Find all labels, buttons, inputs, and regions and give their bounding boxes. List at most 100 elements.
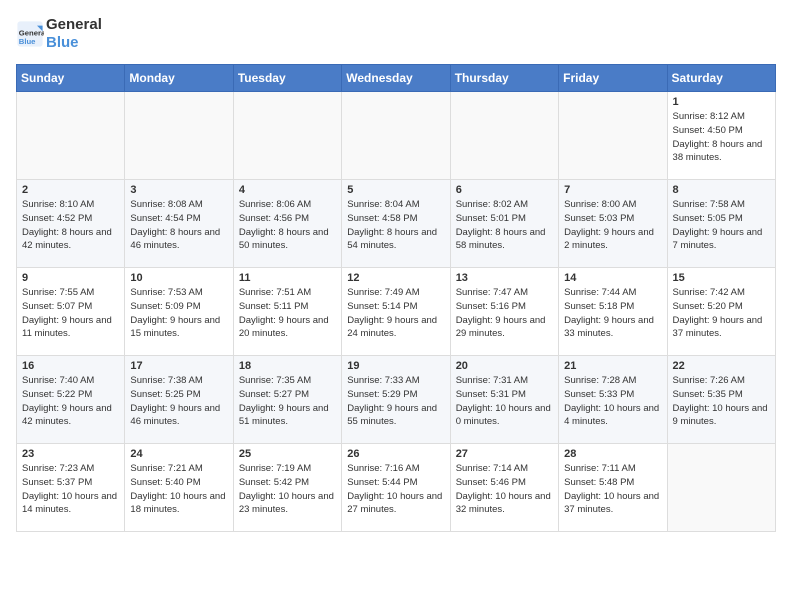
day-number: 7 xyxy=(564,184,661,196)
weekday-header-tuesday: Tuesday xyxy=(233,65,341,92)
day-number: 28 xyxy=(564,448,661,460)
calendar-cell: 12 Sunrise: 7:49 AM Sunset: 5:14 PM Dayli… xyxy=(342,268,450,356)
calendar-cell: 22 Sunrise: 7:26 AM Sunset: 5:35 PM Dayli… xyxy=(667,356,775,444)
calendar-cell: 1 Sunrise: 8:12 AM Sunset: 4:50 PM Daylig… xyxy=(667,92,775,180)
calendar-cell: 2Sunrise: 8:10 AM Sunset: 4:52 PM Daylig… xyxy=(17,180,125,268)
calendar-cell: 4Sunrise: 8:06 AM Sunset: 4:56 PM Daylig… xyxy=(233,180,341,268)
day-number: 22 xyxy=(673,360,770,372)
day-number: 8 xyxy=(673,184,770,196)
day-number: 10 xyxy=(130,272,227,284)
day-info: Sunrise: 7:38 AM Sunset: 5:25 PM Dayligh… xyxy=(130,374,227,429)
calendar-cell: 5 Sunrise: 8:04 AM Sunset: 4:58 PM Daylig… xyxy=(342,180,450,268)
calendar-cell: 15 Sunrise: 7:42 AM Sunset: 5:20 PM Dayli… xyxy=(667,268,775,356)
day-info: Sunrise: 8:02 AM Sunset: 5:01 PM Dayligh… xyxy=(456,198,553,253)
day-number: 24 xyxy=(130,448,227,460)
day-number: 11 xyxy=(239,272,336,284)
day-number: 5 xyxy=(347,184,444,196)
weekday-header-row: SundayMondayTuesdayWednesdayThursdayFrid… xyxy=(17,65,776,92)
calendar-cell: 28 Sunrise: 7:11 AM Sunset: 5:48 PM Dayli… xyxy=(559,444,667,532)
day-info: Sunrise: 7:31 AM Sunset: 5:31 PM Dayligh… xyxy=(456,374,553,429)
calendar-cell: 3 Sunrise: 8:08 AM Sunset: 4:54 PM Daylig… xyxy=(125,180,233,268)
day-info: Sunrise: 7:51 AM Sunset: 5:11 PM Dayligh… xyxy=(239,286,336,341)
week-row-3: 9 Sunrise: 7:55 AM Sunset: 5:07 PM Daylig… xyxy=(17,268,776,356)
calendar-cell: 19 Sunrise: 7:33 AM Sunset: 5:29 PM Dayli… xyxy=(342,356,450,444)
day-info: Sunrise: 8:04 AM Sunset: 4:58 PM Dayligh… xyxy=(347,198,444,253)
day-info: Sunrise: 7:21 AM Sunset: 5:40 PM Dayligh… xyxy=(130,462,227,517)
page-header: General Blue General Blue xyxy=(16,16,776,52)
calendar-cell xyxy=(667,444,775,532)
calendar-cell: 17 Sunrise: 7:38 AM Sunset: 5:25 PM Dayli… xyxy=(125,356,233,444)
day-info: Sunrise: 7:44 AM Sunset: 5:18 PM Dayligh… xyxy=(564,286,661,341)
week-row-4: 16 Sunrise: 7:40 AM Sunset: 5:22 PM Dayli… xyxy=(17,356,776,444)
calendar-cell: 23 Sunrise: 7:23 AM Sunset: 5:37 PM Dayli… xyxy=(17,444,125,532)
day-number: 26 xyxy=(347,448,444,460)
day-number: 3 xyxy=(130,184,227,196)
day-info: Sunrise: 7:35 AM Sunset: 5:27 PM Dayligh… xyxy=(239,374,336,429)
day-number: 6 xyxy=(456,184,553,196)
day-info: Sunrise: 7:14 AM Sunset: 5:46 PM Dayligh… xyxy=(456,462,553,517)
calendar-cell: 11 Sunrise: 7:51 AM Sunset: 5:11 PM Dayli… xyxy=(233,268,341,356)
day-number: 4 xyxy=(239,184,336,196)
day-number: 25 xyxy=(239,448,336,460)
calendar-cell: 20 Sunrise: 7:31 AM Sunset: 5:31 PM Dayli… xyxy=(450,356,558,444)
day-info: Sunrise: 8:08 AM Sunset: 4:54 PM Dayligh… xyxy=(130,198,227,253)
logo: General Blue General Blue xyxy=(16,16,102,52)
week-row-2: 2Sunrise: 8:10 AM Sunset: 4:52 PM Daylig… xyxy=(17,180,776,268)
calendar-cell: 13Sunrise: 7:47 AM Sunset: 5:16 PM Dayli… xyxy=(450,268,558,356)
day-info: Sunrise: 7:33 AM Sunset: 5:29 PM Dayligh… xyxy=(347,374,444,429)
day-info: Sunrise: 7:11 AM Sunset: 5:48 PM Dayligh… xyxy=(564,462,661,517)
weekday-header-friday: Friday xyxy=(559,65,667,92)
calendar-cell: 26 Sunrise: 7:16 AM Sunset: 5:44 PM Dayli… xyxy=(342,444,450,532)
calendar-cell xyxy=(342,92,450,180)
day-number: 9 xyxy=(22,272,119,284)
day-info: Sunrise: 7:49 AM Sunset: 5:14 PM Dayligh… xyxy=(347,286,444,341)
calendar-cell: 21Sunrise: 7:28 AM Sunset: 5:33 PM Dayli… xyxy=(559,356,667,444)
day-info: Sunrise: 7:58 AM Sunset: 5:05 PM Dayligh… xyxy=(673,198,770,253)
weekday-header-wednesday: Wednesday xyxy=(342,65,450,92)
calendar-cell xyxy=(17,92,125,180)
week-row-5: 23 Sunrise: 7:23 AM Sunset: 5:37 PM Dayli… xyxy=(17,444,776,532)
calendar-cell xyxy=(450,92,558,180)
day-number: 12 xyxy=(347,272,444,284)
day-info: Sunrise: 7:55 AM Sunset: 5:07 PM Dayligh… xyxy=(22,286,119,341)
day-info: Sunrise: 7:47 AM Sunset: 5:16 PM Dayligh… xyxy=(456,286,553,341)
day-number: 20 xyxy=(456,360,553,372)
day-info: Sunrise: 7:16 AM Sunset: 5:44 PM Dayligh… xyxy=(347,462,444,517)
svg-text:General: General xyxy=(19,28,44,37)
calendar-cell xyxy=(559,92,667,180)
calendar-cell: 10 Sunrise: 7:53 AM Sunset: 5:09 PM Dayli… xyxy=(125,268,233,356)
day-info: Sunrise: 7:40 AM Sunset: 5:22 PM Dayligh… xyxy=(22,374,119,429)
calendar-cell: 14 Sunrise: 7:44 AM Sunset: 5:18 PM Dayli… xyxy=(559,268,667,356)
day-number: 19 xyxy=(347,360,444,372)
calendar-cell: 27 Sunrise: 7:14 AM Sunset: 5:46 PM Dayli… xyxy=(450,444,558,532)
day-number: 18 xyxy=(239,360,336,372)
calendar-cell: 16 Sunrise: 7:40 AM Sunset: 5:22 PM Dayli… xyxy=(17,356,125,444)
day-number: 14 xyxy=(564,272,661,284)
calendar-cell: 6 Sunrise: 8:02 AM Sunset: 5:01 PM Daylig… xyxy=(450,180,558,268)
calendar-cell xyxy=(233,92,341,180)
calendar-cell: 25Sunrise: 7:19 AM Sunset: 5:42 PM Dayli… xyxy=(233,444,341,532)
week-row-1: 1 Sunrise: 8:12 AM Sunset: 4:50 PM Daylig… xyxy=(17,92,776,180)
day-info: Sunrise: 8:12 AM Sunset: 4:50 PM Dayligh… xyxy=(673,110,770,165)
day-number: 16 xyxy=(22,360,119,372)
day-info: Sunrise: 7:53 AM Sunset: 5:09 PM Dayligh… xyxy=(130,286,227,341)
calendar-cell: 7 Sunrise: 8:00 AM Sunset: 5:03 PM Daylig… xyxy=(559,180,667,268)
calendar-cell xyxy=(125,92,233,180)
day-number: 17 xyxy=(130,360,227,372)
day-info: Sunrise: 8:10 AM Sunset: 4:52 PM Dayligh… xyxy=(22,198,119,253)
logo-icon: General Blue xyxy=(16,20,44,48)
day-number: 27 xyxy=(456,448,553,460)
svg-text:Blue: Blue xyxy=(19,37,36,46)
calendar-cell: 24 Sunrise: 7:21 AM Sunset: 5:40 PM Dayli… xyxy=(125,444,233,532)
day-number: 1 xyxy=(673,96,770,108)
day-info: Sunrise: 8:00 AM Sunset: 5:03 PM Dayligh… xyxy=(564,198,661,253)
day-info: Sunrise: 7:42 AM Sunset: 5:20 PM Dayligh… xyxy=(673,286,770,341)
calendar-cell: 8 Sunrise: 7:58 AM Sunset: 5:05 PM Daylig… xyxy=(667,180,775,268)
day-info: Sunrise: 7:23 AM Sunset: 5:37 PM Dayligh… xyxy=(22,462,119,517)
day-number: 23 xyxy=(22,448,119,460)
day-number: 15 xyxy=(673,272,770,284)
weekday-header-sunday: Sunday xyxy=(17,65,125,92)
weekday-header-thursday: Thursday xyxy=(450,65,558,92)
day-info: Sunrise: 7:28 AM Sunset: 5:33 PM Dayligh… xyxy=(564,374,661,429)
day-info: Sunrise: 7:26 AM Sunset: 5:35 PM Dayligh… xyxy=(673,374,770,429)
